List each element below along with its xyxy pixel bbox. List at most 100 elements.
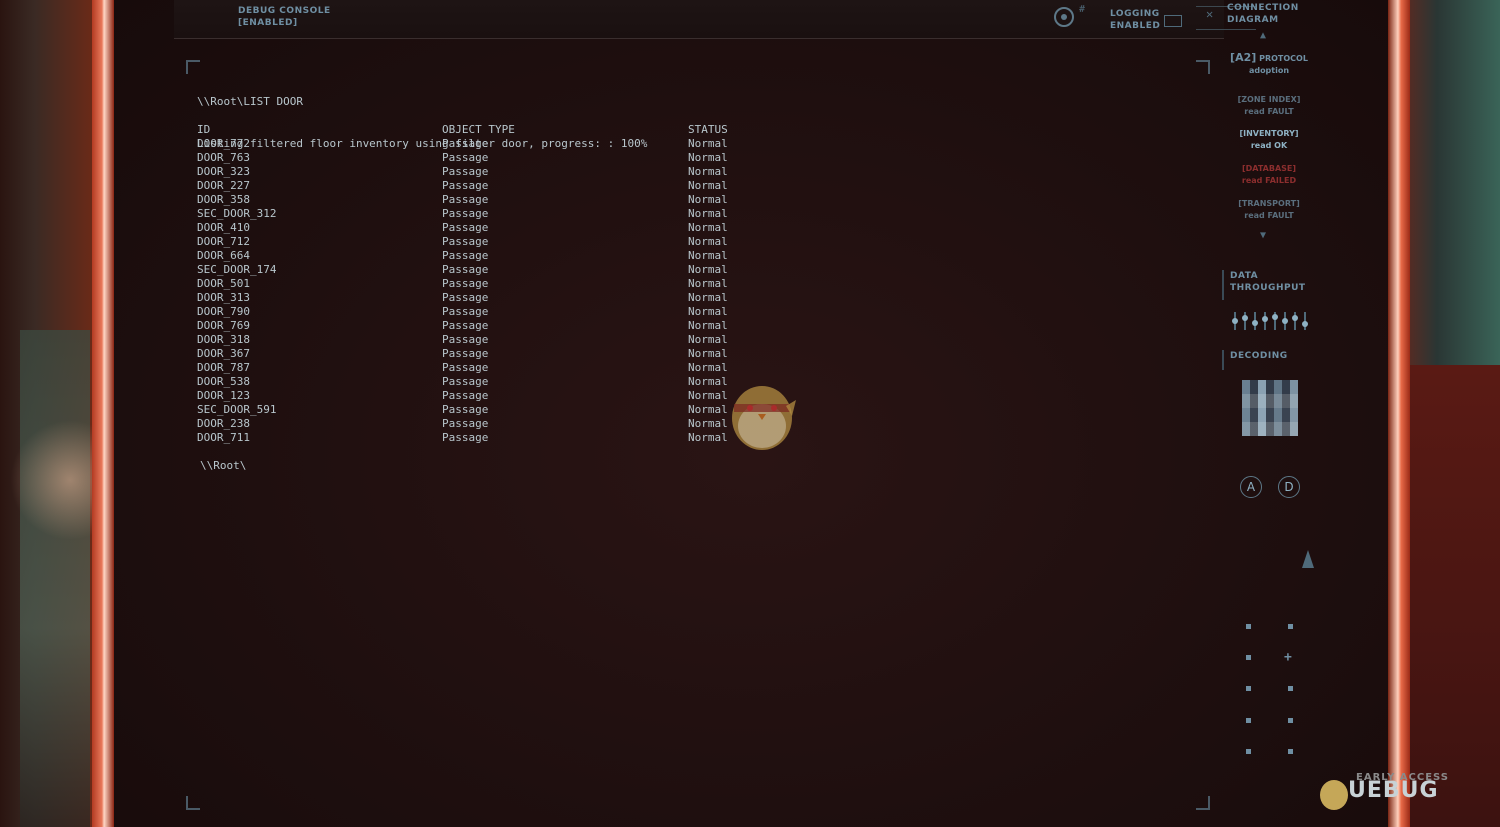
cell-object-type: Passage xyxy=(442,347,489,360)
company-logo-icon xyxy=(1302,550,1314,568)
cell-status: Normal xyxy=(688,137,728,150)
cell-object-type: Passage xyxy=(442,207,489,220)
nav-dot[interactable] xyxy=(1288,718,1293,723)
node-zone-index-state: read FAULT xyxy=(1244,107,1294,116)
node-zone-index[interactable]: [ZONE INDEX] read FAULT xyxy=(1227,94,1311,118)
cell-id: DOOR_772 xyxy=(197,137,250,150)
cell-status: Normal xyxy=(688,305,728,318)
nav-dot[interactable] xyxy=(1246,749,1251,754)
cell-status: Normal xyxy=(688,403,728,416)
a-button[interactable]: A xyxy=(1240,476,1262,498)
logging-status[interactable]: LOGGING ENABLED xyxy=(1110,8,1160,32)
table-row: DOOR_538 Passage Normal xyxy=(197,375,728,389)
wall-right xyxy=(1405,365,1500,827)
cell-status: Normal xyxy=(688,291,728,304)
decoding-label: DECODING xyxy=(1230,351,1288,361)
cell-status: Normal xyxy=(688,151,728,164)
nav-dot[interactable] xyxy=(1246,718,1251,723)
cell-id: SEC_DOOR_591 xyxy=(197,403,277,416)
site-watermark: EARLY ACCESS UEBUG xyxy=(1318,772,1448,803)
node-database[interactable]: [DATABASE] read FAILED xyxy=(1227,163,1311,187)
table-row: DOOR_712 Passage Normal xyxy=(197,235,728,249)
debug-console-state: [ENABLED] xyxy=(238,18,298,28)
protocol-tag: [A2] xyxy=(1230,51,1257,64)
terminal-screen: DEBUG CONSOLE [ENABLED] # LOGGING ENABLE… xyxy=(114,0,1388,827)
inventory-table: ID OBJECT TYPE STATUS DOOR_772 Passage Nor… xyxy=(197,123,728,445)
table-row: SEC_DOOR_591 Passage Normal xyxy=(197,403,728,417)
settings-gear-icon[interactable] xyxy=(1054,7,1074,27)
cell-object-type: Passage xyxy=(442,319,489,332)
frame-corner-bottom-left xyxy=(186,796,200,810)
header-object-type: OBJECT TYPE xyxy=(442,123,515,136)
cell-status: Normal xyxy=(688,221,728,234)
cell-object-type: Passage xyxy=(442,305,489,318)
protocol-node[interactable]: [A2] PROTOCOL adoption xyxy=(1227,52,1311,77)
hash-icon: # xyxy=(1079,4,1086,15)
folder-icon[interactable] xyxy=(1164,15,1182,27)
nav-dot[interactable] xyxy=(1246,624,1251,629)
debug-console-status[interactable]: DEBUG CONSOLE [ENABLED] xyxy=(238,5,331,29)
node-transport[interactable]: [TRANSPORT] read FAULT xyxy=(1227,198,1311,222)
table-row: DOOR_664 Passage Normal xyxy=(197,249,728,263)
command-prompt[interactable]: \\Root\ xyxy=(200,459,246,472)
table-row: DOOR_323 Passage Normal xyxy=(197,165,728,179)
nav-dot[interactable] xyxy=(1288,686,1293,691)
cell-object-type: Passage xyxy=(442,417,489,430)
cell-status: Normal xyxy=(688,165,728,178)
cell-id: DOOR_501 xyxy=(197,277,250,290)
frame-corner-bottom-right xyxy=(1196,796,1210,810)
node-inventory[interactable]: [INVENTORY] read OK xyxy=(1227,128,1311,152)
cell-id: DOOR_358 xyxy=(197,193,250,206)
throughput-sliders[interactable] xyxy=(1230,312,1310,330)
connection-diagram-title: CONNECTION DIAGRAM xyxy=(1227,2,1299,26)
nav-dot[interactable] xyxy=(1288,624,1293,629)
cell-id: DOOR_769 xyxy=(197,319,250,332)
cell-object-type: Passage xyxy=(442,431,489,444)
node-inventory-state: read OK xyxy=(1250,141,1288,150)
chevron-down-icon[interactable]: ▼ xyxy=(1260,230,1266,241)
cell-status: Normal xyxy=(688,431,728,444)
cell-id: DOOR_313 xyxy=(197,291,250,304)
cell-status: Normal xyxy=(688,277,728,290)
cell-id: DOOR_238 xyxy=(197,417,250,430)
table-row: DOOR_772 Passage Normal xyxy=(197,137,728,151)
table-header: ID OBJECT TYPE STATUS xyxy=(197,123,728,137)
cell-id: SEC_DOOR_312 xyxy=(197,207,277,220)
cell-id: DOOR_123 xyxy=(197,389,250,402)
nav-dot[interactable] xyxy=(1246,686,1251,691)
cell-status: Normal xyxy=(688,263,728,276)
cell-status: Normal xyxy=(688,179,728,192)
cell-object-type: Passage xyxy=(442,221,489,234)
cell-id: DOOR_787 xyxy=(197,361,250,374)
node-transport-name: [TRANSPORT] xyxy=(1238,199,1300,208)
early-access-label: EARLY ACCESS xyxy=(1356,772,1450,783)
cell-id: DOOR_318 xyxy=(197,333,250,346)
table-row: DOOR_318 Passage Normal xyxy=(197,333,728,347)
cell-status: Normal xyxy=(688,417,728,430)
plus-icon[interactable]: + xyxy=(1284,651,1292,664)
right-status-panel: CONNECTION DIAGRAM ▲ [A2] PROTOCOL adopt… xyxy=(1222,0,1314,827)
cell-object-type: Passage xyxy=(442,361,489,374)
cell-status: Normal xyxy=(688,235,728,248)
terminal-topbar: DEBUG CONSOLE [ENABLED] # LOGGING ENABLE… xyxy=(174,0,1256,39)
cell-id: DOOR_323 xyxy=(197,165,250,178)
data-throughput-title: DATA THROUGHPUT xyxy=(1222,270,1314,300)
node-database-state: read FAILED xyxy=(1241,176,1297,185)
nav-dot[interactable] xyxy=(1288,749,1293,754)
chevron-up-icon[interactable]: ▲ xyxy=(1260,30,1266,41)
cell-id: DOOR_664 xyxy=(197,249,250,262)
table-row: DOOR_313 Passage Normal xyxy=(197,291,728,305)
cell-status: Normal xyxy=(688,319,728,332)
monitor-bezel-right xyxy=(1388,0,1410,827)
cell-id: DOOR_763 xyxy=(197,151,250,164)
cell-status: Normal xyxy=(688,193,728,206)
cell-status: Normal xyxy=(688,347,728,360)
cell-status: Normal xyxy=(688,389,728,402)
cell-id: SEC_DOOR_174 xyxy=(197,263,277,276)
nav-dot[interactable] xyxy=(1246,655,1251,660)
wall-left xyxy=(20,330,90,827)
cell-status: Normal xyxy=(688,207,728,220)
d-button[interactable]: D xyxy=(1278,476,1300,498)
cell-id: DOOR_711 xyxy=(197,431,250,444)
cell-id: DOOR_227 xyxy=(197,179,250,192)
